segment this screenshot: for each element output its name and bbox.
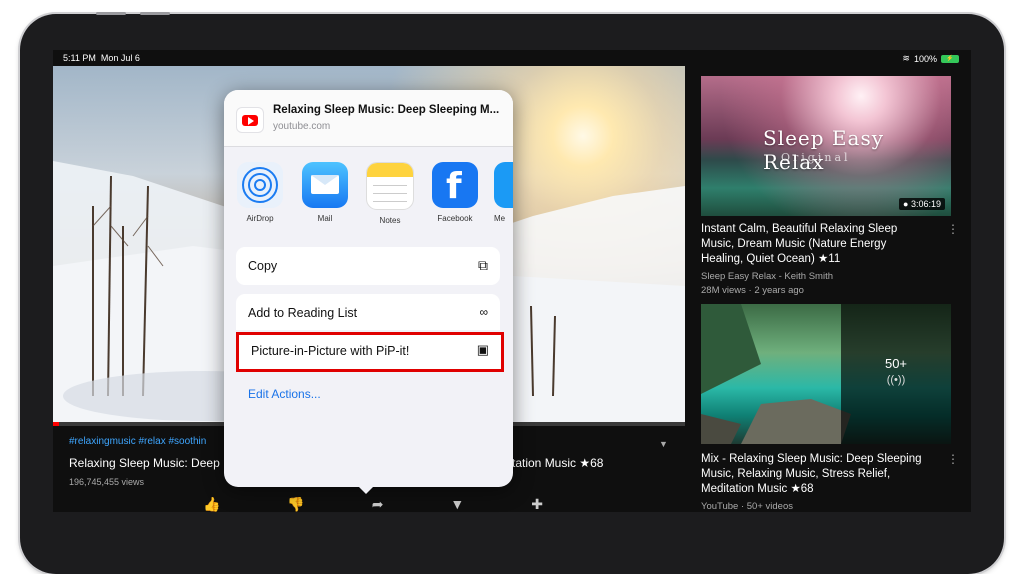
edit-actions-link[interactable]: Edit Actions... bbox=[248, 387, 321, 401]
video-view-count: 196,745,455 views bbox=[69, 477, 145, 487]
video-action-bar: 👍 👎 ➦ ▼ ✚ bbox=[203, 496, 543, 512]
share-app-mail[interactable]: Mail bbox=[299, 162, 351, 223]
airdrop-icon bbox=[237, 162, 283, 208]
share-app-notes[interactable]: Notes bbox=[364, 162, 416, 225]
related-video-title[interactable]: Instant Calm, Beautiful Relaxing Sleep M… bbox=[701, 222, 931, 267]
video-title-continued: tation Music ★68 bbox=[512, 456, 604, 470]
copy-action[interactable]: Copy ⧉ bbox=[236, 247, 500, 285]
video-thumbnail[interactable]: Sleep Easy Relax Original ● 3:06:19 bbox=[701, 76, 951, 216]
mix-thumbnail[interactable]: 50+ ((•)) bbox=[701, 304, 951, 444]
video-duration: ● 3:06:19 bbox=[899, 198, 945, 210]
related-video-meta: 28M views · 2 years ago bbox=[701, 285, 804, 296]
status-indicators: ≋ 100% ⚡ bbox=[902, 53, 959, 64]
glasses-icon: ∞ bbox=[479, 305, 488, 319]
facebook-icon: f bbox=[432, 162, 478, 208]
volume-button bbox=[96, 12, 126, 15]
thumbnail-text: Sleep Easy Relax bbox=[763, 126, 885, 174]
action-label: Copy bbox=[248, 259, 278, 273]
copy-icon: ⧉ bbox=[478, 257, 488, 273]
share-app-facebook[interactable]: f Facebook bbox=[429, 162, 481, 223]
messenger-icon bbox=[494, 162, 513, 208]
mail-icon bbox=[302, 162, 348, 208]
share-icon[interactable]: ➦ bbox=[372, 496, 384, 512]
youtube-icon bbox=[236, 107, 264, 133]
status-time: 5:11 PM Mon Jul 6 bbox=[63, 53, 140, 63]
battery-percent: 100% bbox=[913, 53, 937, 64]
share-app-row: AirDrop Mail Notes f Facebook Me bbox=[234, 162, 513, 232]
more-options-icon[interactable]: ⋮ bbox=[947, 222, 959, 236]
share-sheet-pointer bbox=[356, 484, 376, 494]
share-page-title: Relaxing Sleep Music: Deep Sleeping M... bbox=[273, 104, 500, 116]
related-video-channel: Sleep Easy Relax - Keith Smith bbox=[701, 271, 834, 282]
app-label: Notes bbox=[379, 216, 401, 225]
app-label: Facebook bbox=[437, 214, 473, 223]
notes-icon bbox=[366, 162, 414, 210]
dislike-icon[interactable]: 👎 bbox=[287, 496, 304, 512]
related-video-channel: YouTube · 50+ videos bbox=[701, 501, 793, 512]
video-title: Relaxing Sleep Music: Deep bbox=[69, 456, 220, 470]
action-label: Picture-in-Picture with PiP-it! bbox=[251, 344, 410, 358]
action-label: Add to Reading List bbox=[248, 306, 358, 320]
mix-overlay: 50+ ((•)) bbox=[841, 304, 951, 444]
download-icon[interactable]: ▼ bbox=[450, 496, 464, 512]
app-label: AirDrop bbox=[246, 214, 274, 223]
share-sheet-header: Relaxing Sleep Music: Deep Sleeping M...… bbox=[224, 90, 513, 147]
more-options-icon[interactable]: ⋮ bbox=[947, 452, 959, 466]
related-video-card[interactable]: Mix - Relaxing Sleep Music: Deep Sleepin… bbox=[701, 452, 971, 512]
battery-icon: ⚡ bbox=[941, 54, 959, 63]
pip-it-action[interactable]: Picture-in-Picture with PiP-it! ▣ bbox=[236, 332, 504, 372]
share-app-airdrop[interactable]: AirDrop bbox=[234, 162, 286, 223]
related-video-card[interactable]: Instant Calm, Beautiful Relaxing Sleep M… bbox=[701, 222, 971, 298]
add-to-reading-list-action[interactable]: Add to Reading List ∞ bbox=[236, 294, 500, 330]
share-app-messenger[interactable]: Me bbox=[494, 162, 513, 223]
app-label: Me bbox=[494, 214, 506, 223]
status-bar: 5:11 PM Mon Jul 6 ≋ 100% ⚡ bbox=[53, 50, 971, 66]
app-label: Mail bbox=[317, 214, 333, 223]
save-icon[interactable]: ✚ bbox=[531, 496, 543, 512]
like-icon[interactable]: 👍 bbox=[203, 496, 220, 512]
chevron-down-icon[interactable]: ▼ bbox=[659, 439, 668, 449]
pip-icon: ▣ bbox=[476, 342, 489, 357]
mix-count: 50+ bbox=[884, 356, 908, 371]
share-sheet: Relaxing Sleep Music: Deep Sleeping M...… bbox=[224, 90, 513, 487]
share-page-url: youtube.com bbox=[273, 121, 331, 132]
volume-button bbox=[140, 12, 170, 15]
related-video-title[interactable]: Mix - Relaxing Sleep Music: Deep Sleepin… bbox=[701, 452, 931, 497]
broadcast-icon: ((•)) bbox=[886, 374, 906, 386]
wifi-icon: ≋ bbox=[902, 53, 910, 63]
thumbnail-subtext: Original bbox=[781, 151, 851, 164]
related-videos: Sleep Easy Relax Original ● 3:06:19 Inst… bbox=[701, 66, 971, 512]
